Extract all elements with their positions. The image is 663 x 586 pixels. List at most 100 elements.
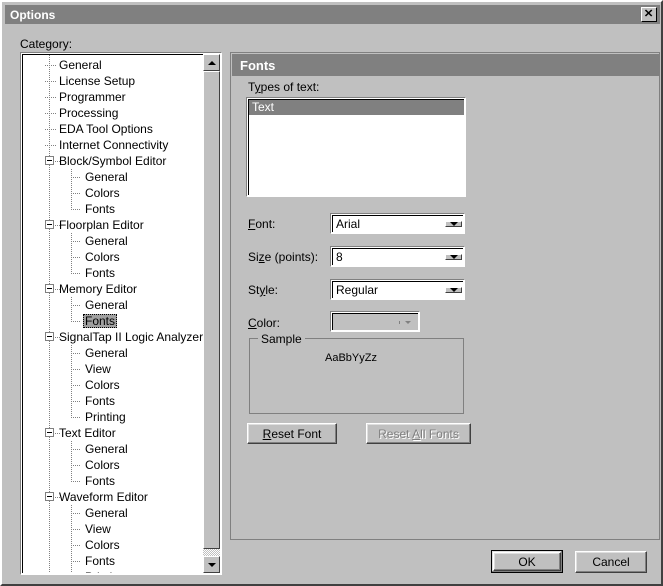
tree-item-label: View xyxy=(83,522,113,536)
tree-connector xyxy=(71,529,81,530)
arrow-down-glyph xyxy=(450,222,458,226)
tree-connector-vertical xyxy=(71,409,72,418)
style-label: Style: xyxy=(248,283,278,297)
tree-scrollbar[interactable] xyxy=(203,54,220,573)
tree-item-label: Internet Connectivity xyxy=(57,138,170,152)
arrow-up-glyph xyxy=(208,61,216,65)
fonts-panel-header: Fonts xyxy=(232,54,660,76)
chevron-down-icon[interactable] xyxy=(445,254,462,260)
tree-item-printing[interactable]: Printing xyxy=(23,409,205,425)
tree-connector-vertical xyxy=(71,345,72,361)
tree-connector xyxy=(55,433,61,434)
reset-font-button[interactable]: Reset Font xyxy=(247,423,337,444)
tree-item-fonts[interactable]: Fonts xyxy=(23,265,205,281)
tree-connector xyxy=(71,209,81,210)
tree-item-label: Memory Editor xyxy=(57,282,139,296)
tree-item-signaltap-ii-logic-analyzer[interactable]: SignalTap II Logic Analyzer xyxy=(23,329,205,345)
tree-item-label: General xyxy=(83,442,130,456)
tree-item-printing[interactable]: Printing xyxy=(23,569,205,573)
tree-item-general[interactable]: General xyxy=(23,345,205,361)
tree-expander-minus-icon[interactable] xyxy=(45,332,54,341)
tree-connector xyxy=(55,289,61,290)
tree-item-label: Programmer xyxy=(57,90,128,104)
tree-item-label: Printing xyxy=(83,570,128,573)
tree-connector xyxy=(71,193,81,194)
tree-expander-minus-icon[interactable] xyxy=(45,156,54,165)
tree-item-colors[interactable]: Colors xyxy=(23,249,205,265)
tree-item-label: Processing xyxy=(57,106,120,120)
ok-button[interactable]: OK xyxy=(491,550,563,573)
size-value: 8 xyxy=(333,249,445,266)
tree-connector xyxy=(71,305,81,306)
tree-connector-vertical xyxy=(71,553,72,569)
tree-item-fonts[interactable]: Fonts xyxy=(23,201,205,217)
tree-item-label: Block/Symbol Editor xyxy=(57,154,168,168)
chevron-down-icon[interactable] xyxy=(445,221,462,227)
tree-item-programmer[interactable]: Programmer xyxy=(23,89,205,105)
tree-item-general[interactable]: General xyxy=(23,297,205,313)
tree-item-colors[interactable]: Colors xyxy=(23,537,205,553)
size-label: Size (points): xyxy=(248,250,318,264)
cancel-button[interactable]: Cancel xyxy=(575,551,647,573)
tree-item-general[interactable]: General xyxy=(23,505,205,521)
cancel-button-label: Cancel xyxy=(592,555,629,569)
tree-expander-minus-icon[interactable] xyxy=(45,428,54,437)
tree-item-colors[interactable]: Colors xyxy=(23,185,205,201)
chevron-down-icon[interactable] xyxy=(445,287,462,293)
style-value: Regular xyxy=(333,282,445,299)
scrollbar-thumb[interactable] xyxy=(203,71,220,549)
fonts-panel-title: Fonts xyxy=(240,58,275,73)
tree-item-general[interactable]: General xyxy=(23,233,205,249)
style-combobox[interactable]: Regular xyxy=(330,279,465,300)
size-combobox[interactable]: 8 xyxy=(330,246,465,267)
tree-item-view[interactable]: View xyxy=(23,361,205,377)
tree-item-fonts[interactable]: Fonts xyxy=(23,473,205,489)
tree-item-colors[interactable]: Colors xyxy=(23,377,205,393)
window-title: Options xyxy=(10,8,55,22)
reset-font-button-label: Reset Font xyxy=(263,427,322,441)
tree-connector xyxy=(55,225,61,226)
tree-connector-vertical xyxy=(71,361,72,377)
tree-item-general[interactable]: General xyxy=(23,169,205,185)
font-combobox[interactable]: Arial xyxy=(330,213,465,234)
sample-groupbox xyxy=(249,338,464,414)
tree-item-internet-connectivity[interactable]: Internet Connectivity xyxy=(23,137,205,153)
tree-expander-minus-icon[interactable] xyxy=(45,492,54,501)
chevron-down-icon[interactable] xyxy=(399,321,416,324)
tree-item-eda-tool-options[interactable]: EDA Tool Options xyxy=(23,121,205,137)
list-item[interactable]: Text xyxy=(249,100,464,115)
tree-item-fonts[interactable]: Fonts xyxy=(23,553,205,569)
tree-item-fonts[interactable]: Fonts xyxy=(23,393,205,409)
types-of-text-listbox-inner: Text xyxy=(248,99,464,195)
scroll-up-icon[interactable] xyxy=(203,54,220,71)
tree-item-memory-editor[interactable]: Memory Editor xyxy=(23,281,205,297)
category-tree[interactable]: GeneralLicense SetupProgrammerProcessing… xyxy=(20,52,222,575)
sample-groupbox-title: Sample xyxy=(258,332,305,346)
types-of-text-listbox[interactable]: Text xyxy=(246,97,466,197)
tree-item-block-symbol-editor[interactable]: Block/Symbol Editor xyxy=(23,153,205,169)
reset-all-fonts-button-label: Reset All Fonts xyxy=(378,427,459,441)
reset-all-fonts-button[interactable]: Reset All Fonts xyxy=(366,423,471,444)
tree-item-floorplan-editor[interactable]: Floorplan Editor xyxy=(23,217,205,233)
tree-item-license-setup[interactable]: License Setup xyxy=(23,73,205,89)
tree-item-text-editor[interactable]: Text Editor xyxy=(23,425,205,441)
tree-item-waveform-editor[interactable]: Waveform Editor xyxy=(23,489,205,505)
ok-button-face: OK xyxy=(493,552,561,571)
color-combobox[interactable] xyxy=(330,311,420,332)
close-icon[interactable]: ✕ xyxy=(641,7,657,22)
tree-connector xyxy=(45,97,57,98)
tree-expander-minus-icon[interactable] xyxy=(45,220,54,229)
tree-item-processing[interactable]: Processing xyxy=(23,105,205,121)
tree-item-general[interactable]: General xyxy=(23,441,205,457)
tree-expander-minus-icon[interactable] xyxy=(45,284,54,293)
tree-item-fonts[interactable]: Fonts xyxy=(23,313,205,329)
tree-item-view[interactable]: View xyxy=(23,521,205,537)
tree-item-label: Fonts xyxy=(83,474,117,488)
tree-item-colors[interactable]: Colors xyxy=(23,457,205,473)
tree-connector xyxy=(71,241,81,242)
scroll-down-icon[interactable] xyxy=(203,556,220,573)
tree-item-label: Colors xyxy=(83,378,122,392)
tree-connector xyxy=(71,513,81,514)
tree-item-general[interactable]: General xyxy=(23,57,205,73)
tree-item-label: EDA Tool Options xyxy=(57,122,155,136)
